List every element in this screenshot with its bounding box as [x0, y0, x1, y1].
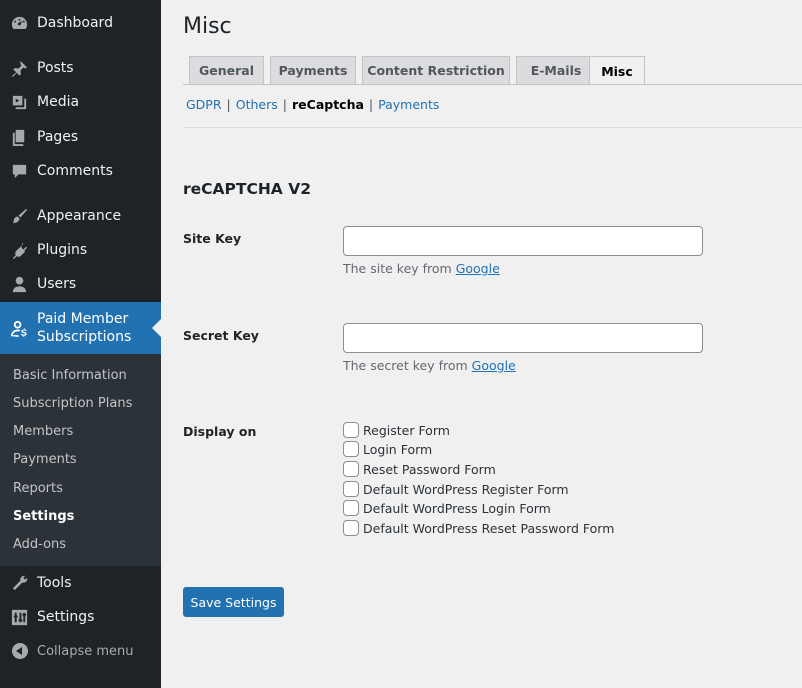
menu-label: Media: [37, 94, 80, 110]
tab-misc[interactable]: Misc: [589, 56, 645, 85]
google-link[interactable]: Google: [472, 358, 516, 373]
subtab-recaptcha[interactable]: reCaptcha: [292, 97, 364, 112]
menu-item-dashboard[interactable]: Dashboard: [0, 6, 161, 40]
description-text: The site key from: [343, 261, 456, 276]
member-icon: [9, 318, 29, 338]
submenu-item-subscription-plans[interactable]: Subscription Plans: [13, 396, 132, 411]
collapse-menu-button[interactable]: Collapse menu: [0, 638, 134, 664]
tab-content-restriction[interactable]: Content Restriction: [362, 56, 510, 84]
menu-item-plugins[interactable]: Plugins: [0, 233, 161, 267]
submenu-item-members[interactable]: Members: [13, 424, 73, 439]
menu-label: Paid Member Subscriptions: [37, 310, 131, 346]
checkbox[interactable]: [343, 422, 359, 438]
subtab-others[interactable]: Others: [236, 97, 278, 112]
subtab-payments[interactable]: Payments: [378, 97, 439, 112]
settings-icon: [9, 607, 29, 627]
menu-item-appearance[interactable]: Appearance: [0, 199, 161, 233]
menu-label: Settings: [37, 609, 95, 625]
checkbox-wp-reset-password-form[interactable]: Default WordPress Reset Password Form: [343, 519, 614, 537]
checkbox-wp-register-form[interactable]: Default WordPress Register Form: [343, 480, 569, 498]
menu-item-paid-member-subscriptions[interactable]: Paid Member Subscriptions: [0, 302, 161, 354]
menu-label: Comments: [37, 163, 113, 179]
subtab-gdpr[interactable]: GDPR: [186, 97, 222, 112]
subtab-separator: |: [368, 97, 374, 112]
plugin-icon: [9, 240, 29, 260]
submenu-item-basic-information[interactable]: Basic Information: [13, 368, 127, 383]
checkbox[interactable]: [343, 500, 359, 516]
menu-item-comments[interactable]: Comments: [0, 154, 161, 188]
media-icon: [9, 92, 29, 112]
checkbox-login-form[interactable]: Login Form: [343, 440, 432, 458]
admin-sidebar: Dashboard Posts Media Pages Comments App…: [0, 0, 161, 688]
menu-label: Users: [37, 276, 77, 292]
submenu-item-reports[interactable]: Reports: [13, 481, 63, 496]
menu-label: Pages: [37, 129, 79, 145]
description-text: The secret key from: [343, 358, 472, 373]
collapse-icon: [12, 643, 28, 659]
tab-e-mails[interactable]: E-Mails: [516, 56, 596, 84]
checkbox-register-form[interactable]: Register Form: [343, 421, 450, 439]
secret-key-label: Secret Key: [183, 328, 259, 343]
submenu: Basic Information Subscription Plans Mem…: [0, 354, 161, 566]
wrench-icon: [9, 573, 29, 593]
checkbox[interactable]: [343, 461, 359, 477]
menu-label: Tools: [37, 575, 72, 591]
subtab-nav: GDPR | Others | reCaptcha | Payments: [186, 97, 439, 112]
menu-label-line1: Paid Member: [37, 311, 129, 327]
menu-label: Plugins: [37, 242, 88, 258]
menu-label: Appearance: [37, 208, 122, 224]
subtab-separator: |: [282, 97, 287, 112]
users-icon: [9, 274, 29, 294]
menu-label: Dashboard: [37, 15, 113, 31]
tab-divider: [183, 84, 802, 85]
checkbox-label: Default WordPress Register Form: [363, 481, 569, 497]
tab-payments[interactable]: Payments: [270, 56, 356, 84]
secret-key-description: The secret key from Google: [343, 358, 516, 373]
pages-icon: [9, 127, 29, 147]
current-arrow: [152, 319, 161, 337]
section-title: reCAPTCHA V2: [183, 180, 311, 198]
checkbox-label: Reset Password Form: [363, 461, 496, 477]
comments-icon: [9, 161, 29, 181]
menu-item-pages[interactable]: Pages: [0, 120, 161, 154]
pin-icon: [9, 58, 29, 78]
subtab-divider: [183, 127, 802, 128]
page-title: Misc: [183, 14, 232, 39]
checkbox-label: Register Form: [363, 422, 450, 438]
display-on-label: Display on: [183, 424, 257, 439]
tab-general[interactable]: General: [189, 56, 264, 84]
site-key-description: The site key from Google: [343, 261, 500, 276]
site-key-input[interactable]: [343, 226, 703, 256]
site-key-label: Site Key: [183, 231, 242, 246]
checkbox-label: Default WordPress Reset Password Form: [363, 520, 615, 536]
submenu-item-add-ons[interactable]: Add-ons: [13, 537, 66, 552]
checkbox[interactable]: [343, 520, 359, 536]
dashboard-icon: [9, 13, 29, 33]
save-settings-button[interactable]: Save Settings: [183, 587, 284, 617]
menu-item-tools[interactable]: Tools: [0, 566, 161, 600]
menu-item-media[interactable]: Media: [0, 85, 161, 119]
submenu-item-settings[interactable]: Settings: [13, 509, 74, 524]
checkbox-reset-password-form[interactable]: Reset Password Form: [343, 460, 496, 478]
checkbox-label: Login Form: [363, 441, 433, 457]
menu-item-users[interactable]: Users: [0, 267, 161, 301]
checkbox-label: Default WordPress Login Form: [363, 500, 551, 516]
menu-item-posts[interactable]: Posts: [0, 51, 161, 85]
checkbox[interactable]: [343, 481, 359, 497]
submenu-item-payments[interactable]: Payments: [13, 452, 77, 467]
menu-label-line2: Subscriptions: [37, 329, 132, 345]
secret-key-input[interactable]: [343, 323, 703, 353]
collapse-label: Collapse menu: [37, 643, 134, 659]
subtab-separator: |: [226, 97, 231, 112]
menu-label: Posts: [37, 60, 74, 76]
menu-item-settings[interactable]: Settings: [0, 600, 161, 634]
checkbox-wp-login-form[interactable]: Default WordPress Login Form: [343, 499, 551, 517]
checkbox[interactable]: [343, 441, 359, 457]
google-link[interactable]: Google: [456, 261, 500, 276]
brush-icon: [9, 206, 29, 226]
